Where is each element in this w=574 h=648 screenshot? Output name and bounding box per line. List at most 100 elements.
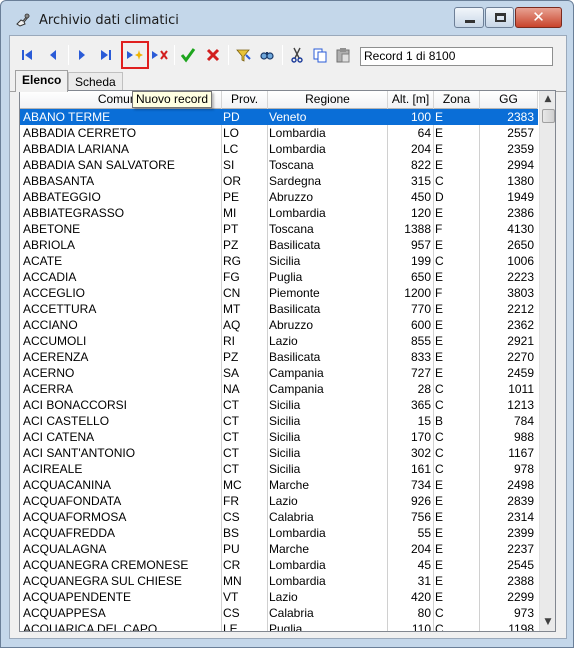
grid-body: ABANO TERME PD Veneto 100 E 2383 ABBADIA CERRE… — [20, 109, 538, 632]
previous-record-button[interactable] — [43, 45, 63, 65]
cancel-button[interactable] — [203, 45, 223, 65]
close-button[interactable]: ✕ — [515, 7, 562, 28]
copy-button[interactable] — [310, 45, 330, 65]
minimize-button[interactable] — [454, 7, 484, 28]
data-grid[interactable]: Comune Prov. Regione Alt. [m] Zona GG AB… — [19, 90, 556, 632]
delete-record-button[interactable] — [150, 45, 170, 65]
tab-scheda[interactable]: Scheda — [68, 72, 123, 91]
scroll-up-icon[interactable]: ▲ — [540, 91, 555, 108]
cell-regione: Lombardia — [269, 206, 326, 220]
table-row[interactable]: ACCADIA FG Puglia 650 E 2223 — [20, 269, 538, 285]
cell-prov: RG — [223, 254, 241, 268]
table-row[interactable]: ACERRA NA Campania 28 C 1011 — [20, 381, 538, 397]
cell-zona: E — [435, 542, 444, 556]
vertical-scrollbar[interactable]: ▲ ▼ — [539, 91, 555, 631]
table-row[interactable]: ACQUACANINA MC Marche 734 E 2498 — [20, 477, 538, 493]
cell-zona: E — [435, 302, 444, 316]
paste-button[interactable] — [333, 45, 353, 65]
table-row[interactable]: ACQUANEGRA SUL CHIESE MN Lombardia 31 E 2388 — [20, 573, 538, 589]
column-header-prov[interactable]: Prov. — [222, 91, 268, 109]
table-row[interactable]: ABBADIA SAN SALVATORE SI Toscana 822 E 2994 — [20, 157, 538, 173]
search-button[interactable] — [257, 45, 277, 65]
cell-prov: CT — [223, 430, 239, 444]
table-row[interactable]: ACQUALAGNA PU Marche 204 E 2237 — [20, 541, 538, 557]
table-row[interactable]: ACCIANO AQ Abruzzo 600 E 2362 — [20, 317, 538, 333]
cell-comune: ACCEGLIO — [23, 286, 86, 300]
cell-comune: ACCIANO — [23, 318, 78, 332]
table-row[interactable]: ACQUAFONDATA FR Lazio 926 E 2839 — [20, 493, 538, 509]
cell-regione: Lazio — [269, 334, 298, 348]
scroll-down-icon[interactable]: ▼ — [540, 614, 555, 631]
paste-icon — [336, 48, 350, 63]
cell-zona: C — [435, 398, 444, 412]
next-record-button[interactable] — [72, 45, 92, 65]
table-row[interactable]: ABBATEGGIO PE Abruzzo 450 D 1949 — [20, 189, 538, 205]
cut-button[interactable] — [287, 45, 307, 65]
table-row[interactable]: ACI CASTELLO CT Sicilia 15 B 784 — [20, 413, 538, 429]
table-row[interactable]: ACQUAPPESA CS Calabria 80 C 973 — [20, 605, 538, 621]
table-row[interactable]: ACQUANEGRA CREMONESE CR Lombardia 45 E 2545 — [20, 557, 538, 573]
table-row[interactable]: ABETONE PT Toscana 1388 F 4130 — [20, 221, 538, 237]
table-row[interactable]: ACQUAPENDENTE VT Lazio 420 E 2299 — [20, 589, 538, 605]
table-row[interactable]: ABBIATEGRASSO MI Lombardia 120 E 2386 — [20, 205, 538, 221]
cell-gg: 2237 — [507, 542, 534, 556]
cell-gg: 2223 — [507, 270, 534, 284]
cell-comune: ACI CATENA — [23, 430, 95, 444]
cell-alt: 55 — [417, 526, 431, 540]
tab-elenco[interactable]: Elenco — [15, 70, 69, 92]
table-row[interactable]: ACI CATENA CT Sicilia 170 C 988 — [20, 429, 538, 445]
title-bar[interactable]: Archivio dati climatici ✕ — [1, 1, 573, 35]
cell-alt: 734 — [410, 478, 431, 492]
cell-prov: MC — [223, 478, 242, 492]
table-row[interactable]: ACERNO SA Campania 727 E 2459 — [20, 365, 538, 381]
cell-alt: 365 — [410, 398, 431, 412]
table-row[interactable]: ABBASANTA OR Sardegna 315 C 1380 — [20, 173, 538, 189]
table-row[interactable]: ACQUAFORMOSA CS Calabria 756 E 2314 — [20, 509, 538, 525]
confirm-button[interactable] — [178, 45, 198, 65]
table-row[interactable]: ACCETTURA MT Basilicata 770 E 2212 — [20, 301, 538, 317]
column-header-zona[interactable]: Zona — [434, 91, 480, 109]
column-header-alt[interactable]: Alt. [m] — [388, 91, 434, 109]
scroll-thumb[interactable] — [542, 109, 555, 123]
toolbar-separator — [174, 45, 175, 65]
new-record-tooltip: Nuovo record — [132, 91, 213, 108]
cell-alt: 1388 — [404, 222, 431, 236]
cell-gg: 1006 — [507, 254, 534, 268]
cell-prov: PU — [223, 542, 240, 556]
table-row[interactable]: ABBADIA CERRETO LO Lombardia 64 E 2557 — [20, 125, 538, 141]
table-row[interactable]: ABBADIA LARIANA LC Lombardia 204 E 2359 — [20, 141, 538, 157]
table-row[interactable]: ACCUMOLI RI Lazio 855 E 2921 — [20, 333, 538, 349]
filter-button[interactable] — [233, 45, 253, 65]
cell-prov: PD — [223, 110, 240, 124]
table-row[interactable]: ACQUAFREDDA BS Lombardia 55 E 2399 — [20, 525, 538, 541]
first-record-button[interactable] — [17, 45, 37, 65]
cell-zona: C — [435, 446, 444, 460]
cell-regione: Marche — [269, 478, 310, 492]
column-header-regione[interactable]: Regione — [268, 91, 388, 109]
cell-regione: Lombardia — [269, 526, 326, 540]
table-row[interactable]: ACI SANT'ANTONIO CT Sicilia 302 C 1167 — [20, 445, 538, 461]
column-header-gg[interactable]: GG — [480, 91, 538, 109]
cell-alt: 110 — [411, 622, 431, 632]
new-record-button[interactable] — [121, 41, 149, 69]
cell-prov: CT — [223, 414, 239, 428]
maximize-icon — [495, 13, 506, 22]
table-row[interactable]: ACIREALE CT Sicilia 161 C 978 — [20, 461, 538, 477]
cell-gg: 2212 — [507, 302, 534, 316]
cell-zona: E — [435, 270, 444, 284]
maximize-button[interactable] — [485, 7, 514, 28]
table-row[interactable]: ACI BONACCORSI CT Sicilia 365 C 1213 — [20, 397, 538, 413]
cell-gg: 1198 — [508, 622, 534, 632]
window-title: Archivio dati climatici — [39, 13, 179, 28]
table-row[interactable]: ACQUARICA DEL CAPO LE Puglia 110 C 1198 — [20, 621, 538, 632]
table-row[interactable]: ABRIOLA PZ Basilicata 957 E 2650 — [20, 237, 538, 253]
table-row[interactable]: ACERENZA PZ Basilicata 833 E 2270 — [20, 349, 538, 365]
cell-alt: 1200 — [404, 286, 431, 300]
cell-alt: 822 — [410, 158, 431, 172]
table-row[interactable]: ACCEGLIO CN Piemonte 1200 F 3803 — [20, 285, 538, 301]
cell-comune: ACQUACANINA — [23, 478, 112, 492]
table-row[interactable]: ACATE RG Sicilia 199 C 1006 — [20, 253, 538, 269]
last-record-button[interactable] — [96, 45, 116, 65]
cell-prov: SA — [223, 366, 240, 380]
table-row-selected[interactable]: ABANO TERME PD Veneto 100 E 2383 — [20, 109, 538, 125]
